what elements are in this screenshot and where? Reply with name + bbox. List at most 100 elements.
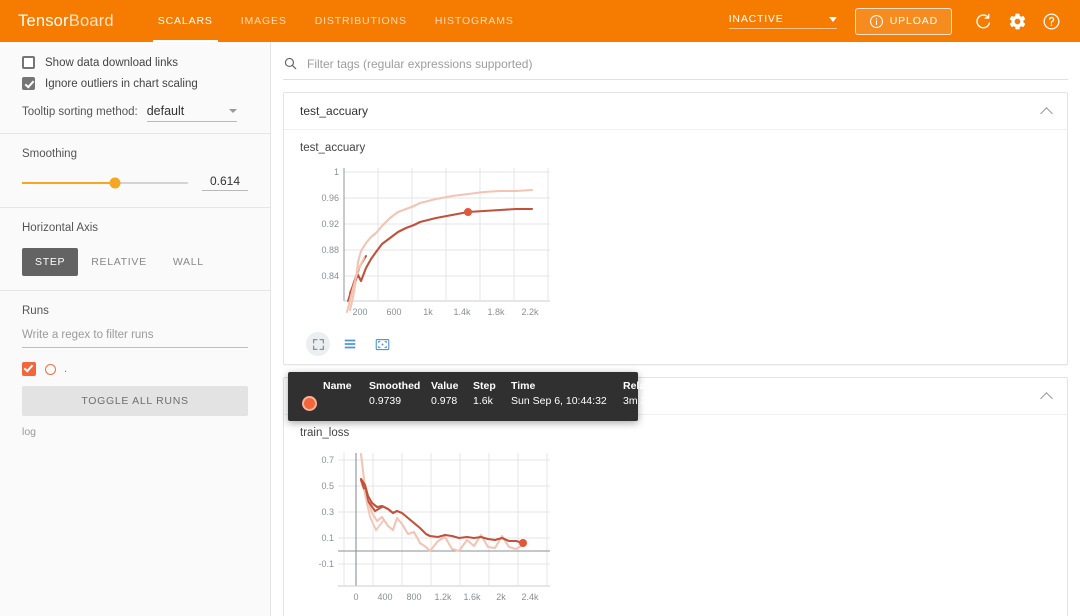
header-actions: INACTIVE UPLOAD: [728, 7, 1080, 35]
svg-text:1.6k: 1.6k: [463, 592, 481, 602]
reload-status-select[interactable]: INACTIVE: [728, 13, 837, 29]
tooltip-header-row: Name Smoothed Value Step Time Relative: [323, 380, 675, 392]
chevron-up-icon[interactable]: [1040, 106, 1053, 120]
svg-text:2k: 2k: [496, 592, 506, 602]
run-checkbox[interactable]: [22, 362, 36, 376]
tab-histograms[interactable]: HISTOGRAMS: [421, 0, 528, 42]
tab-images[interactable]: IMAGES: [227, 0, 301, 42]
help-icon[interactable]: [1039, 9, 1063, 33]
axis-option-wall[interactable]: WALL: [160, 248, 217, 276]
smoothing-value-input[interactable]: 0.614: [202, 174, 248, 191]
show-download-links-label: Show data download links: [45, 56, 178, 69]
toggle-all-runs-button[interactable]: TOGGLE ALL RUNS: [22, 386, 248, 416]
tag-filter-bar[interactable]: Filter tags (regular expressions support…: [283, 56, 1068, 80]
runs-section: Runs Write a regex to filter runs . TOGG…: [0, 291, 270, 449]
show-download-links-checkbox[interactable]: [22, 56, 35, 69]
tooltip-value-name: [323, 395, 369, 407]
svg-text:0.5: 0.5: [321, 481, 334, 491]
card-test-accuary: test_accuary test_accuary 1 0.96 0.92 0.…: [283, 92, 1068, 365]
show-download-links-row[interactable]: Show data download links: [22, 56, 248, 69]
runs-filter-input[interactable]: Write a regex to filter runs: [22, 329, 248, 348]
grid-lines: [338, 453, 550, 585]
run-item[interactable]: .: [22, 362, 248, 376]
card-header-test-accuary[interactable]: test_accuary: [284, 93, 1067, 129]
svg-text:1.4k: 1.4k: [453, 307, 471, 317]
series-smoothed-line: [348, 207, 534, 295]
refresh-icon[interactable]: [971, 9, 995, 33]
chart-svg-train-loss: 0.7 0.5 0.3 0.1 -0.1 0 400 800 1.2k 1.6k: [318, 452, 550, 602]
upload-button[interactable]: UPLOAD: [854, 7, 952, 35]
svg-text:1.2k: 1.2k: [434, 592, 452, 602]
card-body-train-loss: train_loss 0.7 0.5 0.3 0.1 -0.1 0 400 80…: [284, 414, 1067, 616]
tooltip-value-smoothed: 0.9739: [369, 395, 402, 407]
tooltip-header-name: Name: [323, 380, 352, 392]
svg-text:1k: 1k: [423, 307, 433, 317]
svg-text:0.96: 0.96: [321, 193, 339, 203]
tab-distributions[interactable]: DISTRIBUTIONS: [301, 0, 421, 42]
chart-train-loss[interactable]: 0.7 0.5 0.3 0.1 -0.1 0 400 800 1.2k 1.6k: [298, 445, 1067, 615]
svg-text:800: 800: [406, 592, 421, 602]
run-color-swatch: [45, 363, 56, 375]
svg-text:0.88: 0.88: [321, 245, 339, 255]
svg-text:0.92: 0.92: [321, 219, 339, 229]
gear-icon[interactable]: [1005, 9, 1029, 33]
svg-text:-0.1: -0.1: [318, 559, 334, 569]
axis-option-relative[interactable]: RELATIVE: [78, 248, 160, 276]
svg-text:1: 1: [334, 167, 339, 177]
chevron-down-icon: [228, 109, 237, 113]
sidebar-options: Show data download links Ignore outliers…: [0, 42, 270, 133]
search-icon: [284, 57, 297, 70]
ignore-outliers-checkbox[interactable]: [22, 77, 35, 90]
chart-svg-test-accuary: 1 0.96 0.92 0.88 0.84 200 600 1k 1.4k 1.…: [321, 167, 550, 317]
fit-domain-icon[interactable]: [370, 332, 394, 356]
main-content: Filter tags (regular expressions support…: [271, 42, 1080, 616]
tooltip-run-marker: [302, 396, 317, 411]
chevron-up-icon[interactable]: [1040, 391, 1053, 405]
chart-title-test-accuary: test_accuary: [300, 142, 366, 154]
svg-text:600: 600: [386, 307, 401, 317]
tooltip-value-time: Sun Sep 6, 10:44:32: [511, 395, 607, 407]
chevron-down-icon: [828, 16, 837, 22]
x-tick-labels: 0 400 800 1.2k 1.6k 2k 2.4k: [353, 592, 539, 602]
tooltip-value-step: 1.6k: [473, 395, 493, 407]
highlight-point: [519, 539, 527, 547]
svg-text:400: 400: [377, 592, 392, 602]
horizontal-axis-section: Horizontal Axis STEP RELATIVE WALL: [0, 208, 270, 290]
tooltip-header-smoothed: Smoothed: [369, 380, 421, 392]
tooltip-sorting-row: Tooltip sorting method: default: [22, 104, 248, 122]
run-log-label: log: [22, 426, 37, 438]
tooltip-sorting-select[interactable]: default: [146, 104, 237, 122]
tooltip-sorting-label: Tooltip sorting method:: [22, 106, 138, 118]
brand-light: Board: [68, 11, 114, 30]
svg-text:2.2k: 2.2k: [521, 307, 539, 317]
smoothing-row: 0.614: [22, 174, 248, 191]
settings-sidebar: Show data download links Ignore outliers…: [0, 42, 271, 616]
fullscreen-icon[interactable]: [306, 332, 330, 356]
tab-scalars[interactable]: SCALARS: [144, 0, 227, 42]
svg-text:0.3: 0.3: [321, 507, 334, 517]
smoothing-slider[interactable]: [22, 177, 188, 188]
axis-option-step[interactable]: STEP: [22, 248, 79, 276]
svg-text:2.4k: 2.4k: [521, 592, 539, 602]
ignore-outliers-row[interactable]: Ignore outliers in chart scaling: [22, 77, 248, 90]
app-logo: TensorBoard: [18, 12, 114, 31]
series-smoothed-line: [359, 477, 525, 545]
card-title: test_accuary: [300, 104, 369, 118]
x-tick-labels: 200 600 1k 1.4k 1.8k 2.2k: [352, 307, 539, 317]
line-style-icon[interactable]: [338, 332, 362, 356]
run-name-label: .: [64, 363, 68, 375]
tooltip-value-relative: 3m 29s: [623, 395, 658, 407]
smoothing-label: Smoothing: [22, 148, 77, 160]
tooltip-header-time: Time: [511, 380, 536, 392]
chart-title-train-loss: train_loss: [300, 427, 350, 439]
tooltip-data-row: 0.9739 0.978 1.6k Sun Sep 6, 10:44:32 3m…: [323, 395, 675, 407]
smoothing-slider-knob[interactable]: [109, 177, 121, 188]
y-tick-labels: 0.7 0.5 0.3 0.1 -0.1: [318, 455, 334, 569]
chart-test-accuary[interactable]: 1 0.96 0.92 0.88 0.84 200 600 1k 1.4k 1.…: [298, 160, 1067, 330]
smoothing-section: Smoothing 0.614: [0, 134, 270, 207]
tooltip-table: Name Smoothed Value Step Time Relative 0…: [323, 380, 675, 407]
tooltip-header-value: Value: [431, 380, 459, 392]
tooltip-sorting-value: default: [146, 104, 185, 118]
runs-label: Runs: [22, 305, 49, 317]
horizontal-axis-label: Horizontal Axis: [22, 222, 99, 234]
